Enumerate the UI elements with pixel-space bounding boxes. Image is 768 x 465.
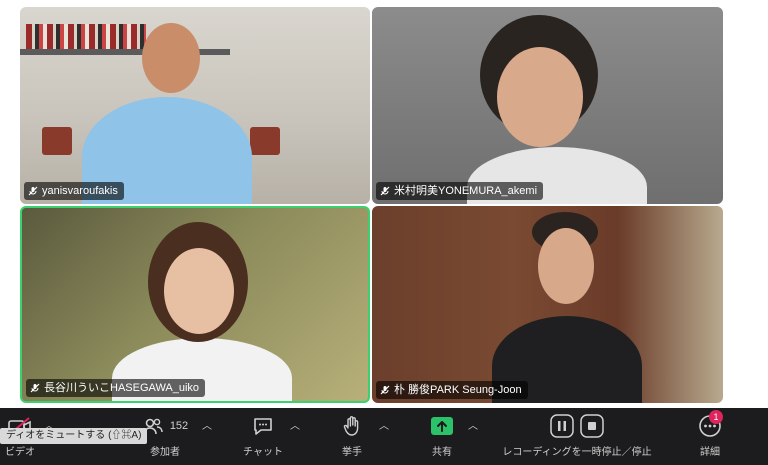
participant-name-tag: 長谷川ういこHASEGAWA_uiko [26,379,206,397]
participants-label: 参加者 [150,447,180,458]
chat-label: チャット [243,447,283,458]
mute-tooltip: ディオをミュートする (⇧⌘A) [0,428,148,444]
notification-badge: 1 [709,410,723,424]
participant-name-tag: 朴 勝俊PARK Seung-Joon [376,381,528,399]
video-label: ビデオ [5,447,35,458]
participants-options-chevron-icon[interactable]: ︿ [202,417,212,432]
pause-recording-icon[interactable] [550,414,574,438]
chat-button[interactable]: チャット [238,408,288,465]
more-label: 詳細 [700,447,720,458]
speaker-right [250,127,280,155]
mic-muted-icon [380,186,390,196]
raise-hand-options-chevron-icon[interactable]: ︿ [379,417,389,432]
mic-muted-icon [380,385,390,395]
raise-hand-icon [343,416,359,436]
video-tile-1[interactable]: yanisvaroufakis [20,7,370,204]
more-button[interactable]: 1 詳細 [692,408,728,465]
share-options-chevron-icon[interactable]: ︿ [468,417,478,432]
video-tile-3-active-speaker[interactable]: 長谷川ういこHASEGAWA_uiko [20,206,370,403]
share-label: 共有 [432,447,452,458]
participant-name: yanisvaroufakis [42,185,118,197]
mic-muted-icon [28,186,38,196]
recording-label: レコーディングを一時停止／停止 [502,447,652,458]
speaker-left [42,127,72,155]
participant-name: 米村明美YONEMURA_akemi [394,185,538,197]
participant-count: 152 [169,420,189,432]
stop-recording-icon[interactable] [580,414,604,438]
chat-options-chevron-icon[interactable]: ︿ [290,417,300,432]
participant-name: 長谷川ういこHASEGAWA_uiko [44,382,200,394]
share-screen-icon [431,417,453,435]
raise-hand-button[interactable]: 挙手 [334,408,370,465]
video-tile-4[interactable]: 朴 勝俊PARK Seung-Joon [372,206,723,403]
share-button[interactable]: 共有 [424,408,460,465]
participant-name: 朴 勝俊PARK Seung-Joon [394,384,522,396]
participant-name-tag: yanisvaroufakis [24,182,124,200]
recording-controls: レコーディングを一時停止／停止 [492,408,662,465]
raise-hand-label: 挙手 [342,447,362,458]
bookshelf [26,24,146,49]
video-tile-2[interactable]: 米村明美YONEMURA_akemi [372,7,723,204]
mic-muted-icon [30,383,40,393]
participant-name-tag: 米村明美YONEMURA_akemi [376,182,544,200]
video-grid: yanisvaroufakis 米村明美YONEMURA_akemi 長谷川うい… [0,0,768,408]
chat-icon [254,418,272,435]
